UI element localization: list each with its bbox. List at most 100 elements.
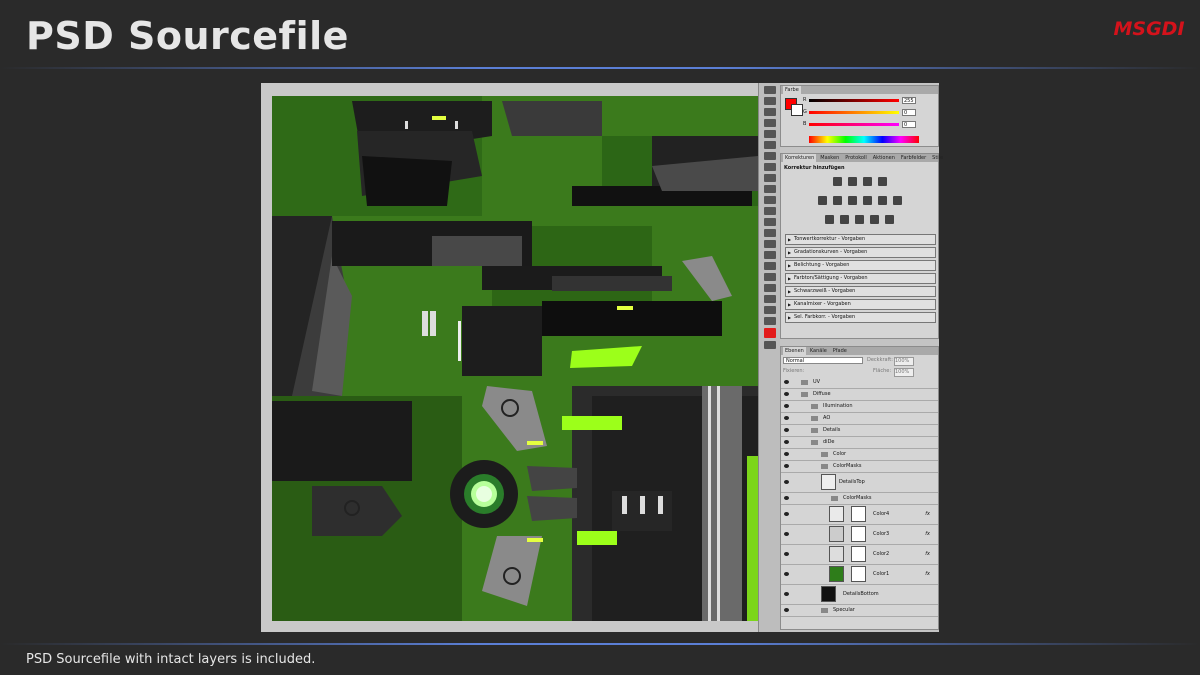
preset-item[interactable]: Gradationskurven - Vorgaben <box>785 247 936 258</box>
tab-stile[interactable]: Stile <box>930 154 945 162</box>
gradient-map-icon[interactable] <box>870 215 879 224</box>
marquee-tool-icon[interactable] <box>764 97 776 105</box>
visibility-eye-icon[interactable] <box>784 428 789 432</box>
brush-tool-icon[interactable] <box>764 163 776 171</box>
layer-row[interactable]: DetailsBottom <box>781 585 938 605</box>
blend-mode-select[interactable]: Normal <box>783 357 863 364</box>
channel-r-slider[interactable] <box>809 99 899 102</box>
visibility-eye-icon[interactable] <box>784 608 789 612</box>
channel-r-value[interactable]: 255 <box>902 97 916 104</box>
layer-row[interactable]: Color2 fx <box>781 545 938 565</box>
layer-row[interactable]: Illumination <box>781 401 938 413</box>
gradient-tool-icon[interactable] <box>764 207 776 215</box>
channel-b-value[interactable]: 0 <box>902 121 916 128</box>
visibility-eye-icon[interactable] <box>784 464 789 468</box>
visibility-eye-icon[interactable] <box>784 572 789 576</box>
curves-icon[interactable] <box>862 177 872 186</box>
channel-g-value[interactable]: 0 <box>902 109 916 116</box>
move-tool-icon[interactable] <box>764 86 776 94</box>
tab-korrekturen[interactable]: Korrekturen <box>783 154 817 162</box>
visibility-eye-icon[interactable] <box>784 452 789 456</box>
visibility-eye-icon[interactable] <box>784 512 789 516</box>
visibility-eye-icon[interactable] <box>784 404 789 408</box>
layer-row[interactable]: ColorMasks <box>781 493 938 505</box>
layer-row[interactable]: DetailsTop <box>781 473 938 493</box>
tab-aktionen[interactable]: Aktionen <box>871 154 897 162</box>
fx-icon[interactable]: fx <box>925 505 930 524</box>
visibility-eye-icon[interactable] <box>784 392 789 396</box>
visibility-eye-icon[interactable] <box>784 380 789 384</box>
layer-row[interactable]: UV <box>781 377 938 389</box>
channel-b-slider[interactable] <box>809 123 899 126</box>
hue-saturation-icon[interactable] <box>832 196 842 205</box>
texture-canvas[interactable] <box>272 96 758 621</box>
invert-icon[interactable] <box>825 215 834 224</box>
brightness-icon[interactable] <box>832 177 842 186</box>
foreground-color-swatch[interactable] <box>764 328 776 338</box>
layer-row[interactable]: Color3 fx <box>781 525 938 545</box>
tab-farbe[interactable]: Farbe <box>783 86 801 94</box>
stamp-tool-icon[interactable] <box>764 174 776 182</box>
visibility-eye-icon[interactable] <box>784 416 789 420</box>
black-white-icon[interactable] <box>862 196 872 205</box>
type-tool-icon[interactable] <box>764 251 776 259</box>
hand-tool-icon[interactable] <box>764 306 776 314</box>
posterize-icon[interactable] <box>840 215 849 224</box>
layer-row[interactable]: Color1 fx <box>781 565 938 585</box>
channel-g-slider[interactable] <box>809 111 899 114</box>
tab-ebenen[interactable]: Ebenen <box>783 347 806 355</box>
layer-row[interactable]: AO <box>781 413 938 425</box>
healing-tool-icon[interactable] <box>764 152 776 160</box>
fill-input[interactable]: 100% <box>894 368 914 377</box>
preset-item[interactable]: Schwarzweiß - Vorgaben <box>785 286 936 297</box>
layer-row[interactable]: Color <box>781 449 938 461</box>
tab-protokoll[interactable]: Protokoll <box>843 154 869 162</box>
layer-row[interactable]: Specular <box>781 605 938 617</box>
tab-kanaele[interactable]: Kanäle <box>808 347 829 355</box>
color-spectrum-bar[interactable] <box>809 136 919 143</box>
threshold-icon[interactable] <box>855 215 864 224</box>
pen-tool-icon[interactable] <box>764 240 776 248</box>
tab-farbfelder[interactable]: Farbfelder <box>899 154 928 162</box>
preset-item[interactable]: Kanalmixer - Vorgaben <box>785 299 936 310</box>
visibility-eye-icon[interactable] <box>784 440 789 444</box>
visibility-eye-icon[interactable] <box>784 552 789 556</box>
history-brush-tool-icon[interactable] <box>764 185 776 193</box>
3d-orbit-tool-icon[interactable] <box>764 295 776 303</box>
layer-row[interactable]: ColorMasks <box>781 461 938 473</box>
3d-rotate-tool-icon[interactable] <box>764 284 776 292</box>
blur-tool-icon[interactable] <box>764 218 776 226</box>
visibility-eye-icon[interactable] <box>784 480 789 484</box>
fx-icon[interactable]: fx <box>925 525 930 544</box>
selective-color-icon[interactable] <box>885 215 894 224</box>
preset-item[interactable]: Tonwertkorrektur - Vorgaben <box>785 234 936 245</box>
quick-select-tool-icon[interactable] <box>764 119 776 127</box>
eyedropper-tool-icon[interactable] <box>764 141 776 149</box>
fx-icon[interactable]: fx <box>925 565 930 584</box>
eraser-tool-icon[interactable] <box>764 196 776 204</box>
dodge-tool-icon[interactable] <box>764 229 776 237</box>
visibility-eye-icon[interactable] <box>784 532 789 536</box>
exposure-icon[interactable] <box>877 177 887 186</box>
photo-filter-icon[interactable] <box>877 196 887 205</box>
layer-row[interactable]: diDe <box>781 437 938 449</box>
channel-mixer-icon[interactable] <box>892 196 902 205</box>
layer-row[interactable]: Color4 fx <box>781 505 938 525</box>
levels-icon[interactable] <box>847 177 857 186</box>
lasso-tool-icon[interactable] <box>764 108 776 116</box>
zoom-tool-icon[interactable] <box>764 317 776 325</box>
layer-row[interactable]: Diffuse <box>781 389 938 401</box>
opacity-input[interactable]: 100% <box>894 357 914 366</box>
visibility-eye-icon[interactable] <box>784 592 789 596</box>
tab-pfade[interactable]: Pfade <box>831 347 849 355</box>
visibility-eye-icon[interactable] <box>784 496 789 500</box>
vibrance-icon[interactable] <box>817 196 827 205</box>
preset-item[interactable]: Sel. Farbkorr. - Vorgaben <box>785 312 936 323</box>
color-balance-icon[interactable] <box>847 196 857 205</box>
layer-row[interactable]: Details <box>781 425 938 437</box>
path-select-tool-icon[interactable] <box>764 262 776 270</box>
crop-tool-icon[interactable] <box>764 130 776 138</box>
tab-masken[interactable]: Masken <box>818 154 841 162</box>
preset-item[interactable]: Farbton/Sättigung - Vorgaben <box>785 273 936 284</box>
quick-mask-icon[interactable] <box>764 341 776 349</box>
